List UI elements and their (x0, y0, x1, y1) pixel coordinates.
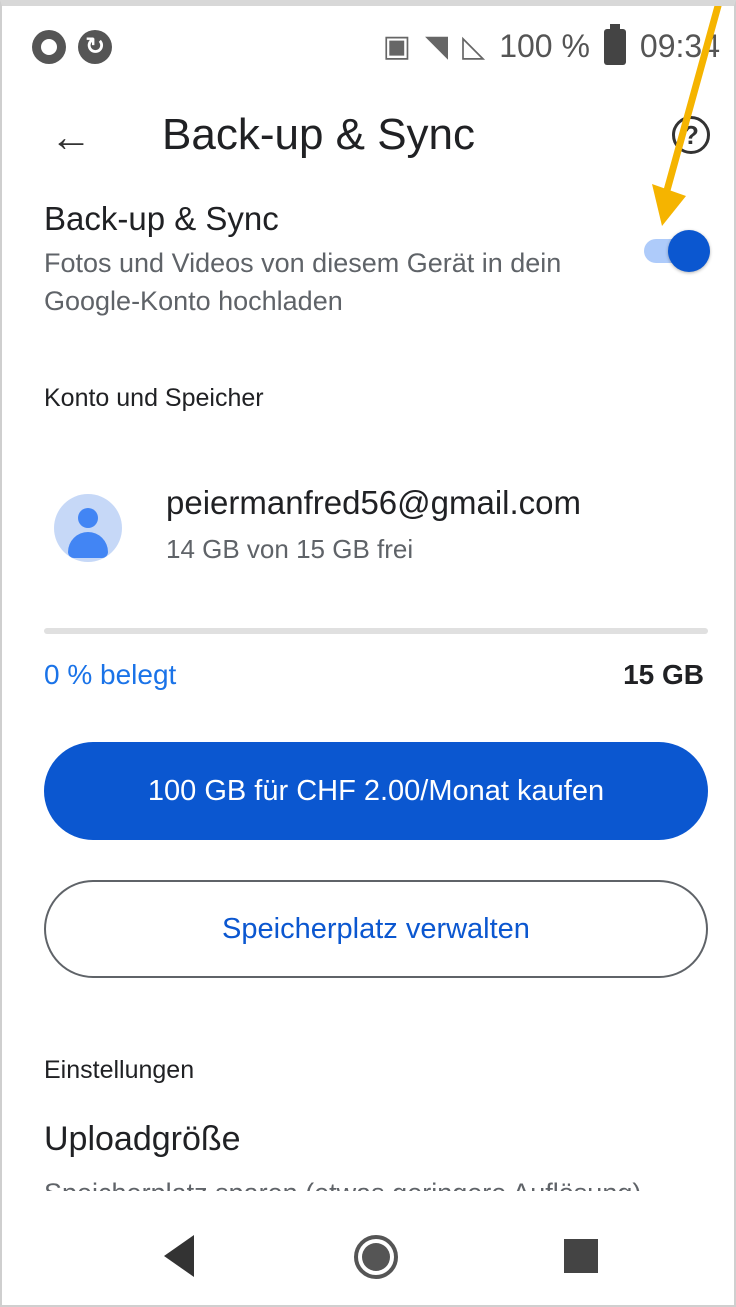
upload-size-description: Speicherplatz sparen (etwas geringere Au… (44, 1174, 708, 1192)
account-row[interactable]: peiermanfred56@gmail.com 14 GB von 15 GB… (54, 476, 714, 586)
circle-icon (32, 30, 66, 64)
account-section-header: Konto und Speicher (44, 384, 264, 412)
battery-icon (603, 23, 626, 65)
notification-icons (32, 30, 112, 64)
avatar (54, 494, 122, 562)
cast-icon: ▣ (382, 30, 412, 63)
page-title: Back-up & Sync (162, 110, 476, 159)
status-bar: ▣ ◥ ◺ 100 % 09:34 (2, 6, 734, 86)
avatar-body (68, 532, 108, 558)
arrow-back-icon[interactable]: ← (50, 112, 100, 162)
account-email: peiermanfred56@gmail.com (166, 484, 582, 521)
system-nav-bar (2, 1191, 734, 1305)
nav-home-icon[interactable] (354, 1235, 398, 1279)
storage-free: 14 GB von 15 GB frei (166, 534, 414, 564)
backup-sync-title: Back-up & Sync (44, 200, 279, 237)
storage-used-label: 0 % belegt (44, 659, 177, 690)
settings-section-header: Einstellungen (44, 1056, 195, 1084)
toggle-thumb (668, 230, 710, 272)
backup-sync-description: Fotos und Videos von diesem Gerät in dei… (44, 248, 562, 316)
backup-sync-toggle[interactable] (640, 230, 710, 272)
sync-icon (78, 30, 112, 64)
storage-progress-bar (44, 628, 708, 634)
upload-size-title[interactable]: Uploadgröße (44, 1120, 241, 1159)
nav-back-icon[interactable] (164, 1235, 194, 1277)
buy-storage-button[interactable]: 100 GB für CHF 2.00/Monat kaufen (44, 742, 708, 840)
storage-total-label: 15 GB (623, 659, 704, 690)
annotation-arrow (652, 6, 722, 226)
no-sim-icon: ◺ (462, 30, 486, 63)
avatar-head (78, 508, 98, 528)
backup-sync-setting[interactable]: Back-up & Sync Fotos und Videos von dies… (44, 200, 714, 320)
app-toolbar: ← Back-up & Sync ? (2, 94, 734, 184)
nav-recents-icon[interactable] (564, 1239, 598, 1273)
manage-storage-button[interactable]: Speicherplatz verwalten (44, 880, 708, 978)
battery-percent: 100 % (499, 28, 590, 64)
wifi-icon: ◥ (425, 30, 449, 63)
phone-screen: ▣ ◥ ◺ 100 % 09:34 ← Back-up & Sync ? Bac… (0, 0, 736, 1307)
